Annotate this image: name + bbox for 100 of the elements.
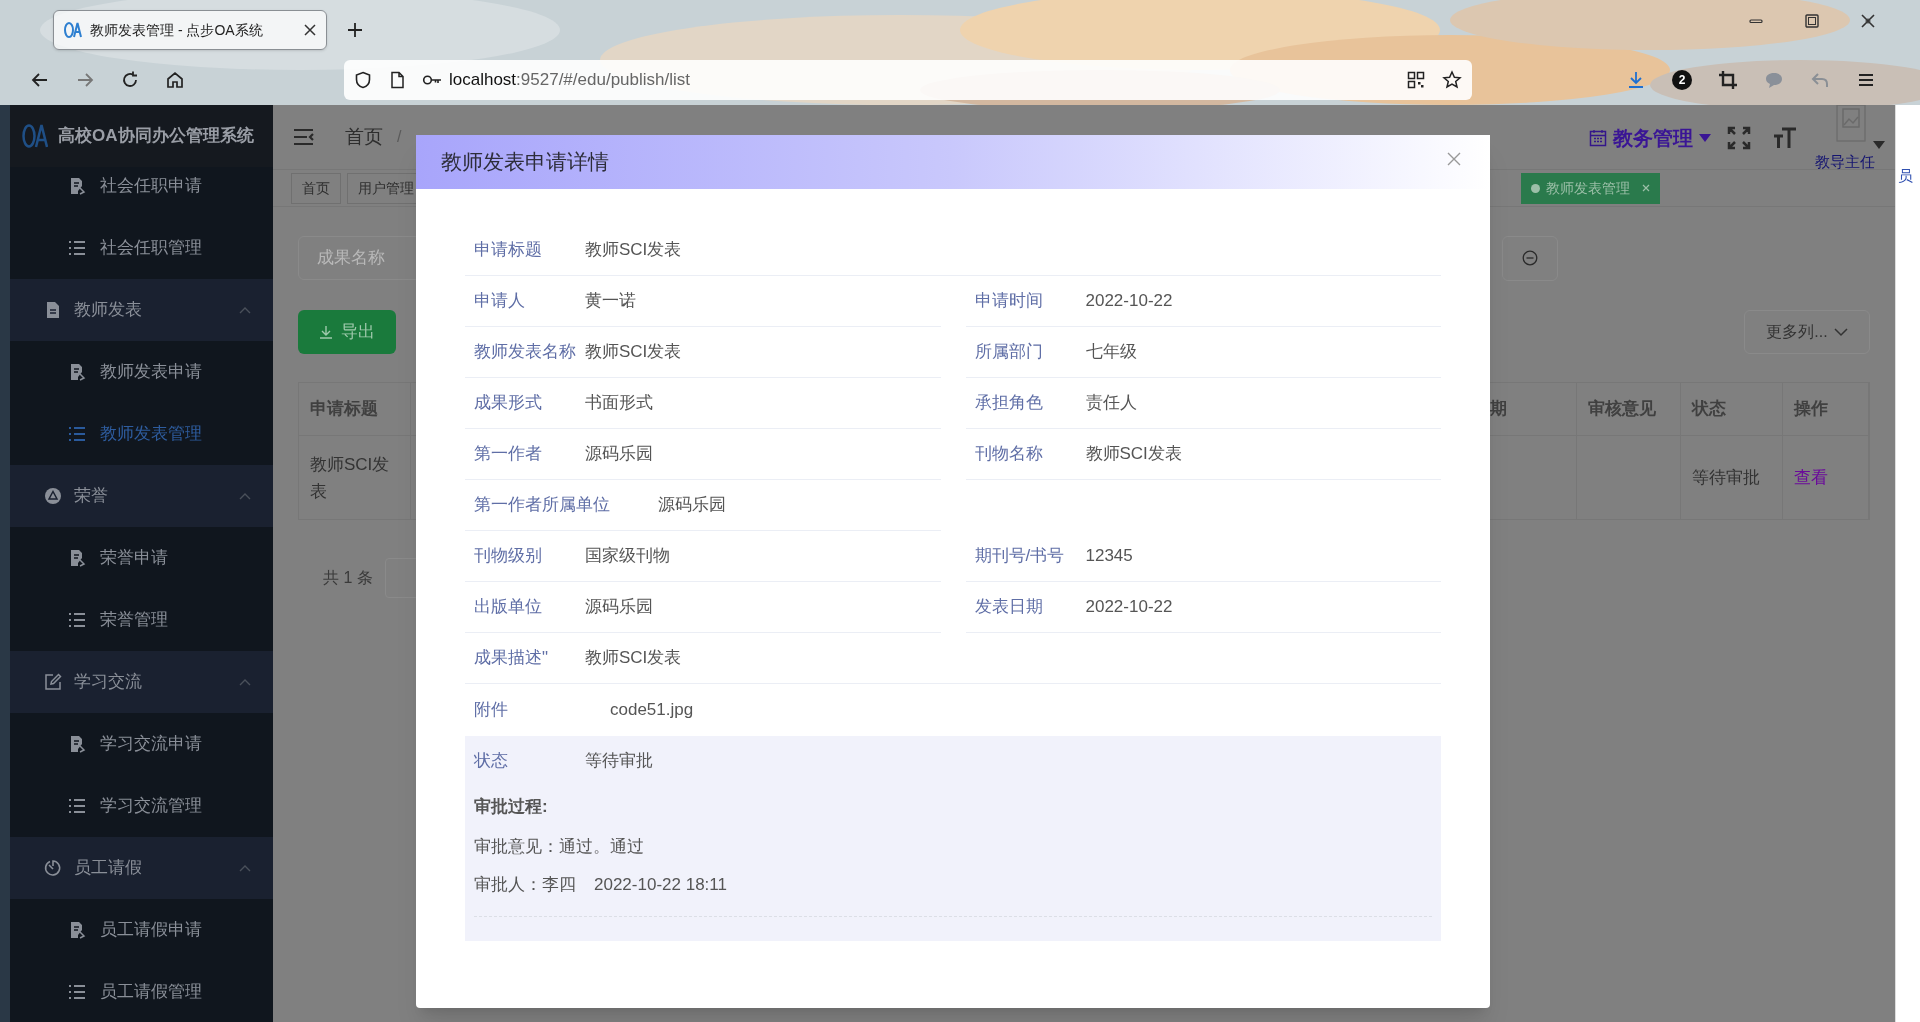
approver-name: 审批人：李四 bbox=[474, 874, 576, 896]
field-label: 附件 bbox=[474, 699, 509, 722]
logo-icon bbox=[22, 123, 48, 149]
field-label: 所属部门 bbox=[974, 341, 1044, 364]
triangle-circle-icon bbox=[44, 487, 62, 505]
field-value: 源码乐园 bbox=[585, 443, 653, 466]
caret-icon[interactable] bbox=[1873, 141, 1885, 149]
field-label: 申请标题 bbox=[474, 239, 543, 262]
field-label: 成果描述" bbox=[474, 647, 550, 670]
field-label: 申请时间 bbox=[974, 290, 1044, 313]
page-icon[interactable] bbox=[388, 70, 406, 89]
document-edit-icon bbox=[68, 735, 86, 753]
qr-code-icon[interactable] bbox=[1407, 70, 1425, 89]
field-value: 黄一诺 bbox=[585, 290, 636, 313]
chevron-up-icon bbox=[239, 864, 251, 872]
field-value: code51.jpg bbox=[610, 699, 694, 722]
shield-icon[interactable] bbox=[354, 70, 372, 89]
list-icon bbox=[68, 984, 86, 1000]
page-tag[interactable]: 首页 bbox=[291, 172, 341, 204]
home-icon[interactable] bbox=[165, 69, 185, 90]
menu-group[interactable]: 荣誉 bbox=[10, 465, 273, 527]
field-label: 状态 bbox=[474, 750, 509, 773]
field-label: 期刊号/书号 bbox=[974, 545, 1066, 568]
column-header: 审核意见 bbox=[1588, 398, 1656, 421]
total-count: 共 1 条 bbox=[323, 568, 373, 588]
window-text: 员 bbox=[1897, 166, 1914, 186]
breadcrumb-separator: / bbox=[397, 127, 402, 147]
field-value: 2022-10-22 bbox=[1085, 596, 1173, 619]
menu-group[interactable]: 教师发表 bbox=[10, 279, 273, 341]
calendar-icon bbox=[1589, 128, 1607, 147]
chevron-up-icon bbox=[239, 306, 251, 314]
field-label: 刊物名称 bbox=[974, 443, 1044, 466]
field-value: 教师SCI发表 bbox=[1085, 443, 1182, 466]
table-cell-text: 等待审批 bbox=[1692, 467, 1760, 489]
chevron-up-icon bbox=[239, 678, 251, 686]
minus-circle-icon bbox=[1522, 250, 1538, 266]
reset-button[interactable] bbox=[1502, 235, 1558, 281]
dot-icon bbox=[1531, 183, 1540, 193]
menu-group[interactable]: 员工请假 bbox=[10, 837, 273, 899]
document-edit-icon bbox=[68, 549, 86, 567]
menu-icon[interactable] bbox=[293, 127, 315, 147]
list-icon bbox=[68, 612, 86, 628]
field-value: 教师SCI发表 bbox=[585, 239, 682, 262]
field-value: 七年级 bbox=[1085, 341, 1137, 364]
table-cell-text: 教师SCI发表 bbox=[310, 453, 391, 503]
download-icon[interactable] bbox=[1626, 69, 1646, 90]
export-button[interactable]: 导出 bbox=[298, 310, 396, 354]
maximize-icon[interactable] bbox=[1803, 12, 1821, 30]
field-label: 申请人 bbox=[474, 290, 526, 313]
field-label: 发表日期 bbox=[974, 596, 1044, 619]
column-header: 期 bbox=[1490, 398, 1507, 421]
timer-icon bbox=[44, 859, 62, 877]
approval-opinion: 审批意见：通过。通过 bbox=[474, 835, 645, 858]
reload-icon[interactable] bbox=[120, 69, 140, 90]
field-label: 教师发表名称 bbox=[474, 341, 577, 364]
download-icon bbox=[319, 325, 333, 339]
close-icon[interactable] bbox=[304, 24, 316, 36]
user-role: 教导主任 bbox=[1815, 152, 1875, 172]
field-label: 刊物级别 bbox=[474, 545, 543, 568]
browser-tab[interactable]: 教师发表管理 - 点步OA系统 bbox=[53, 10, 327, 50]
menu-group[interactable]: 学习交流 bbox=[10, 651, 273, 713]
address-bar[interactable]: localhost:9527/#/edu/publish/list bbox=[344, 59, 1472, 100]
column-header: 操作 bbox=[1794, 398, 1828, 421]
field-value: 等待审批 bbox=[585, 750, 653, 773]
field-value: 书面形式 bbox=[585, 392, 653, 415]
field-value: 教师SCI发表 bbox=[585, 341, 682, 364]
field-value: 国家级刊物 bbox=[585, 545, 670, 568]
list-icon bbox=[68, 426, 86, 442]
logo-icon bbox=[64, 21, 82, 39]
url-text: localhost:9527/#/edu/publish/list bbox=[449, 68, 691, 91]
field-value: 12345 bbox=[1085, 545, 1133, 568]
chevron-down-icon bbox=[1833, 327, 1848, 337]
field-label: 成果形式 bbox=[474, 392, 543, 415]
tab-title: 教师发表管理 - 点步OA系统 bbox=[90, 20, 264, 40]
document-edit-icon bbox=[68, 921, 86, 939]
font-size-icon[interactable] bbox=[1773, 125, 1797, 150]
approval-time: 2022-10-22 18:11 bbox=[594, 874, 727, 896]
document-edit-icon bbox=[68, 363, 86, 381]
close-icon[interactable] bbox=[1859, 12, 1877, 30]
crop-icon[interactable] bbox=[1718, 69, 1738, 90]
list-icon bbox=[68, 798, 86, 814]
document-edit-icon bbox=[68, 177, 86, 195]
field-label: 承担角色 bbox=[974, 392, 1044, 415]
page-tag[interactable]: 教师发表管理 bbox=[1521, 172, 1660, 204]
field-value: 源码乐园 bbox=[585, 596, 653, 619]
edit-icon bbox=[44, 673, 62, 691]
field-value: 责任人 bbox=[1085, 392, 1137, 415]
breadcrumb-link[interactable]: 首页 bbox=[345, 122, 383, 152]
star-icon[interactable] bbox=[1442, 69, 1462, 90]
caret-icon bbox=[1699, 133, 1711, 142]
dialog-title: 教师发表申请详情 bbox=[441, 149, 609, 176]
field-label: 第一作者 bbox=[474, 443, 543, 466]
field-value: 2022-10-22 bbox=[1085, 290, 1173, 313]
more-columns-button[interactable]: 更多列... bbox=[1744, 310, 1870, 354]
field-label: 第一作者所属单位 bbox=[474, 494, 611, 517]
new-tab-icon[interactable] bbox=[347, 22, 363, 38]
fullscreen-icon[interactable] bbox=[1727, 125, 1751, 150]
column-header: 状态 bbox=[1692, 398, 1726, 421]
module-menu[interactable]: 教务管理 bbox=[1589, 122, 1711, 153]
field-value: 源码乐园 bbox=[658, 494, 726, 517]
